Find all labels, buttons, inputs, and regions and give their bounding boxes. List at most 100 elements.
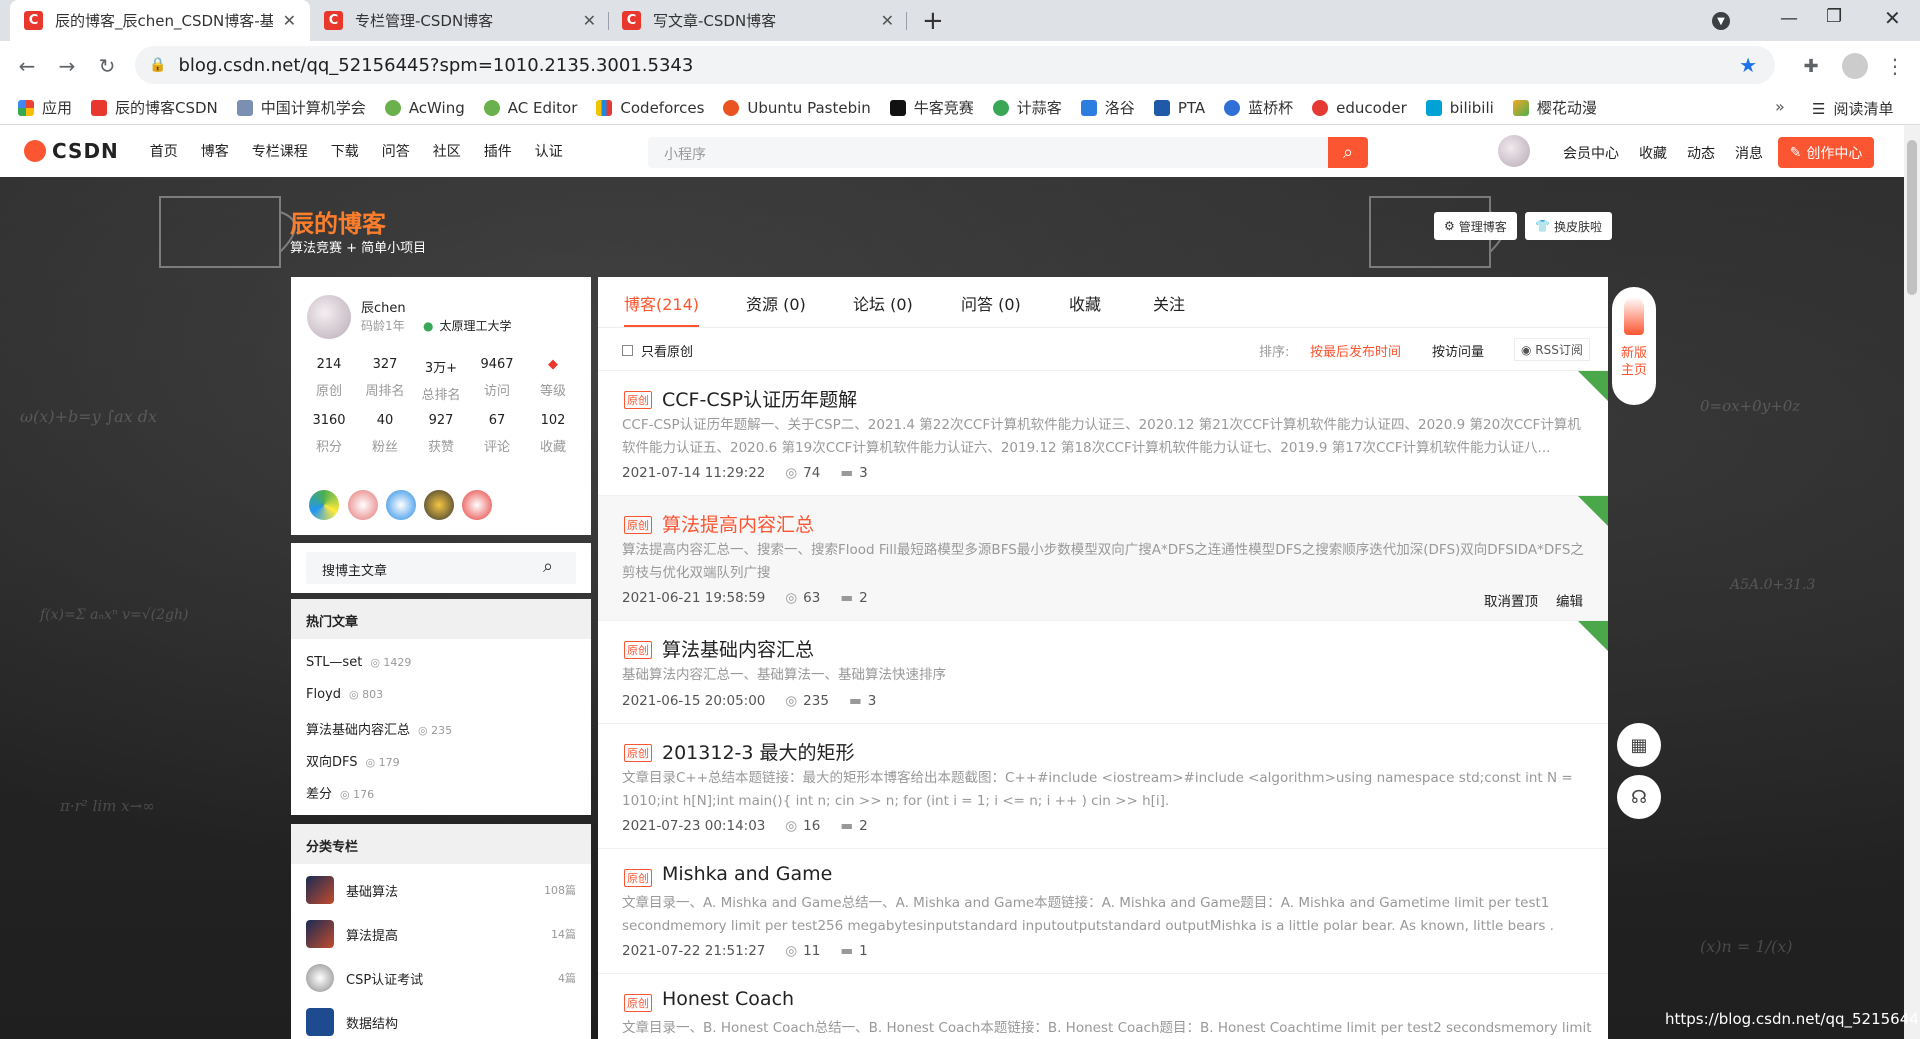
badge-icon[interactable]	[309, 490, 339, 520]
tab-blog-list[interactable]: 博客(214)	[624, 291, 700, 327]
close-icon[interactable]: ✕	[283, 11, 296, 30]
stat-collects[interactable]: 102 收藏	[525, 413, 581, 455]
tab-resources[interactable]: 资源 (0)	[746, 291, 806, 315]
nav-blog[interactable]: 博客	[201, 141, 229, 161]
forward-icon[interactable]: →	[52, 51, 82, 81]
stat-original[interactable]: 214 原创	[301, 357, 357, 403]
manage-blog-button[interactable]: ⚙ 管理博客	[1434, 212, 1517, 240]
sort-by-views[interactable]: 按访问量	[1432, 341, 1484, 360]
badge-icon[interactable]	[424, 490, 454, 520]
tab-forum[interactable]: 论坛 (0)	[853, 291, 913, 315]
user-avatar[interactable]	[1498, 135, 1530, 167]
reading-list-button[interactable]: ☰ 阅读清单	[1812, 98, 1893, 119]
csdn-logo[interactable]: CSDN	[24, 139, 119, 163]
article-item[interactable]: 原创 算法基础内容汇总 基础算法内容汇总一、基础算法一、基础算法快速排序 202…	[598, 620, 1608, 723]
back-icon[interactable]: ←	[12, 51, 42, 81]
unpin-button[interactable]: 取消置顶	[1484, 590, 1538, 610]
rss-button[interactable]: ◉ RSS订阅	[1514, 338, 1590, 361]
reload-icon[interactable]: ↻	[92, 51, 122, 81]
checkbox[interactable]	[622, 345, 633, 356]
new-tab-button[interactable]: +	[922, 6, 944, 36]
edit-button[interactable]: 编辑	[1556, 590, 1583, 610]
list-item[interactable]: 双向DFS ◎ 179	[306, 751, 400, 770]
stat-level[interactable]: ◆ 等级	[525, 357, 581, 403]
article-title[interactable]: Honest Coach	[662, 988, 794, 1010]
close-icon[interactable]: ✕	[583, 11, 596, 30]
minimize-icon[interactable]: —	[1780, 8, 1798, 29]
scrollbar-thumb[interactable]	[1907, 140, 1917, 295]
nav-cert[interactable]: 认证	[535, 141, 563, 161]
bookmark-yinghua[interactable]: 樱花动漫	[1512, 97, 1597, 118]
search-button[interactable]: ⌕	[1328, 137, 1368, 168]
tab-follow[interactable]: 关注	[1153, 291, 1185, 315]
badge-icon[interactable]	[348, 490, 378, 520]
column-item[interactable]: 数据结构	[306, 1008, 576, 1036]
nav-activity[interactable]: 动态	[1687, 143, 1715, 163]
nav-download[interactable]: 下载	[331, 141, 359, 161]
bookmark-jisuanke[interactable]: 计蒜客	[992, 97, 1062, 118]
article-item[interactable]: 原创 算法提高内容汇总 算法提高内容汇总一、搜索一、搜索Flood Fill最短…	[598, 495, 1608, 620]
nav-community[interactable]: 社区	[433, 141, 461, 161]
nav-course[interactable]: 专栏课程	[252, 141, 308, 161]
stat-visits[interactable]: 9467 访问	[469, 357, 525, 403]
nav-messages[interactable]: 消息	[1735, 143, 1763, 163]
tab-blog[interactable]: C 辰的博客_辰chen_CSDN博客-基 ✕	[10, 0, 310, 41]
bookmark-apps[interactable]: 应用	[18, 97, 72, 118]
tab-favorites[interactable]: 收藏	[1069, 291, 1101, 315]
list-item[interactable]: 算法基础内容汇总 ◎ 235	[306, 719, 452, 738]
bookmark-ubuntu[interactable]: Ubuntu Pastebin	[723, 99, 871, 117]
tab-search-icon[interactable]: ▼	[1712, 12, 1730, 30]
badge-icon[interactable]	[386, 490, 416, 520]
bookmark-lanqiao[interactable]: 蓝桥杯	[1224, 97, 1293, 118]
close-icon[interactable]: ✕	[881, 11, 894, 30]
search-icon[interactable]: ⌕	[543, 556, 553, 577]
bookmark-nowcoder[interactable]: 牛客竞赛	[889, 97, 974, 118]
restore-icon[interactable]: ❐	[1826, 6, 1842, 27]
new-homepage-button[interactable]: 新版主页	[1612, 287, 1656, 405]
bookmarks-more-button[interactable]: »	[1775, 97, 1785, 116]
article-item[interactable]: 原创 Honest Coach 文章目录一、B. Honest Coach总结一…	[598, 973, 1608, 1039]
badge-icon[interactable]	[462, 490, 492, 520]
url-input[interactable]: 🔒 blog.csdn.net/qq_52156445?spm=1010.213…	[135, 46, 1775, 84]
tab-write-article[interactable]: C 写文章-CSDN博客 ✕	[608, 0, 908, 41]
column-item[interactable]: CSP认证考试 4篇	[306, 964, 576, 992]
nav-vip[interactable]: 会员中心	[1563, 143, 1619, 163]
article-item[interactable]: 原创 201312-3 最大的矩形 文章目录C++总结本题链接：最大的矩形本博客…	[598, 723, 1608, 848]
extensions-icon[interactable]: ✚	[1796, 51, 1826, 81]
only-original-filter[interactable]: 只看原创	[622, 341, 693, 360]
bookmark-luogu[interactable]: 洛谷	[1080, 97, 1135, 118]
bookmark-star-icon[interactable]: ★	[1739, 53, 1757, 77]
creator-center-button[interactable]: ✎ 创作中心	[1778, 137, 1874, 168]
bookmark-acwing[interactable]: AcWing	[384, 99, 465, 117]
list-item[interactable]: 差分 ◎ 176	[306, 783, 374, 802]
article-title[interactable]: Mishka and Game	[662, 863, 832, 885]
column-item[interactable]: 算法提高 14篇	[306, 920, 576, 948]
list-item[interactable]: STL—set ◎ 1429	[306, 655, 411, 670]
list-item[interactable]: Floyd ◎ 803	[306, 687, 383, 702]
stat-likes[interactable]: 927 获赞	[413, 413, 469, 455]
site-search-input[interactable]: 小程序	[648, 137, 1368, 168]
nav-plugin[interactable]: 插件	[484, 141, 512, 161]
profile-avatar-icon[interactable]	[1842, 53, 1868, 79]
article-title[interactable]: 201312-3 最大的矩形	[662, 738, 855, 765]
stat-fans[interactable]: 40 粉丝	[357, 413, 413, 455]
bookmark-codeforces[interactable]: Codeforces	[596, 99, 704, 117]
article-title[interactable]: CCF-CSP认证历年题解	[662, 385, 857, 412]
bookmark-ccf[interactable]: 中国计算机学会	[236, 97, 366, 118]
nav-ask[interactable]: 问答	[382, 141, 410, 161]
sort-by-time[interactable]: 按最后发布时间	[1310, 341, 1401, 360]
customer-service-button[interactable]: ☊	[1617, 775, 1661, 819]
bookmark-ac-editor[interactable]: AC Editor	[483, 99, 577, 117]
stat-week-rank[interactable]: 327 周排名	[357, 357, 413, 403]
article-item[interactable]: 原创 CCF-CSP认证历年题解 CCF-CSP认证历年题解一、关于CSP二、2…	[598, 370, 1608, 495]
nav-home[interactable]: 首页	[150, 141, 178, 161]
bookmark-educoder[interactable]: educoder	[1312, 99, 1407, 117]
tab-qa[interactable]: 问答 (0)	[961, 291, 1021, 315]
avatar[interactable]	[307, 295, 351, 339]
bookmark-csdn[interactable]: 辰的博客CSDN	[91, 97, 218, 118]
article-title[interactable]: 算法基础内容汇总	[662, 635, 814, 662]
bookmark-pta[interactable]: PTA	[1153, 99, 1205, 117]
bookmark-bilibili[interactable]: bilibili	[1425, 99, 1494, 117]
stat-total-rank[interactable]: 3万+ 总排名	[413, 357, 469, 403]
stat-comments[interactable]: 67 评论	[469, 413, 525, 455]
